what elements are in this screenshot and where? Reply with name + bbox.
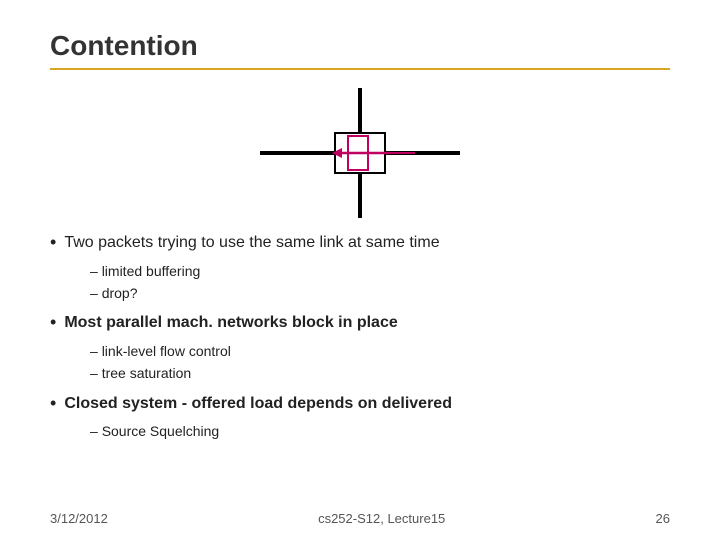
slide-title: Contention [50,30,670,62]
contention-diagram [260,88,460,218]
bullet-1-sub-1: limited buffering [90,260,670,282]
bullet-1-text: Two packets trying to use the same link … [64,230,439,256]
footer-course: cs252-S12, Lecture15 [318,511,445,526]
slide: Contention • Two packet [0,0,720,540]
bullet-1-subs: limited buffering drop? [90,260,670,305]
bullet-3-text: Closed system - offered load depends on … [64,391,452,417]
bullet-1-dot: • [50,230,56,255]
bullet-2-text: Most parallel mach. networks block in pl… [64,310,397,336]
bullet-3-sub-1: Source Squelching [90,420,670,442]
footer: 3/12/2012 cs252-S12, Lecture15 26 [50,511,670,526]
footer-date: 3/12/2012 [50,511,108,526]
bullet-2-sub-1: link-level flow control [90,340,670,362]
bullet-2-dot: • [50,310,56,335]
title-underline [50,68,670,70]
bullet-2: • Most parallel mach. networks block in … [50,310,670,336]
bullet-2-sub-2: tree saturation [90,362,670,384]
footer-page: 26 [656,511,670,526]
bullet-1: • Two packets trying to use the same lin… [50,230,670,256]
bullet-3: • Closed system - offered load depends o… [50,391,670,417]
bullet-2-subs: link-level flow control tree saturation [90,340,670,385]
diagram [50,88,670,218]
bullet-3-dot: • [50,391,56,416]
content-area: • Two packets trying to use the same lin… [50,230,670,443]
bullet-1-sub-2: drop? [90,282,670,304]
bullet-3-subs: Source Squelching [90,420,670,442]
